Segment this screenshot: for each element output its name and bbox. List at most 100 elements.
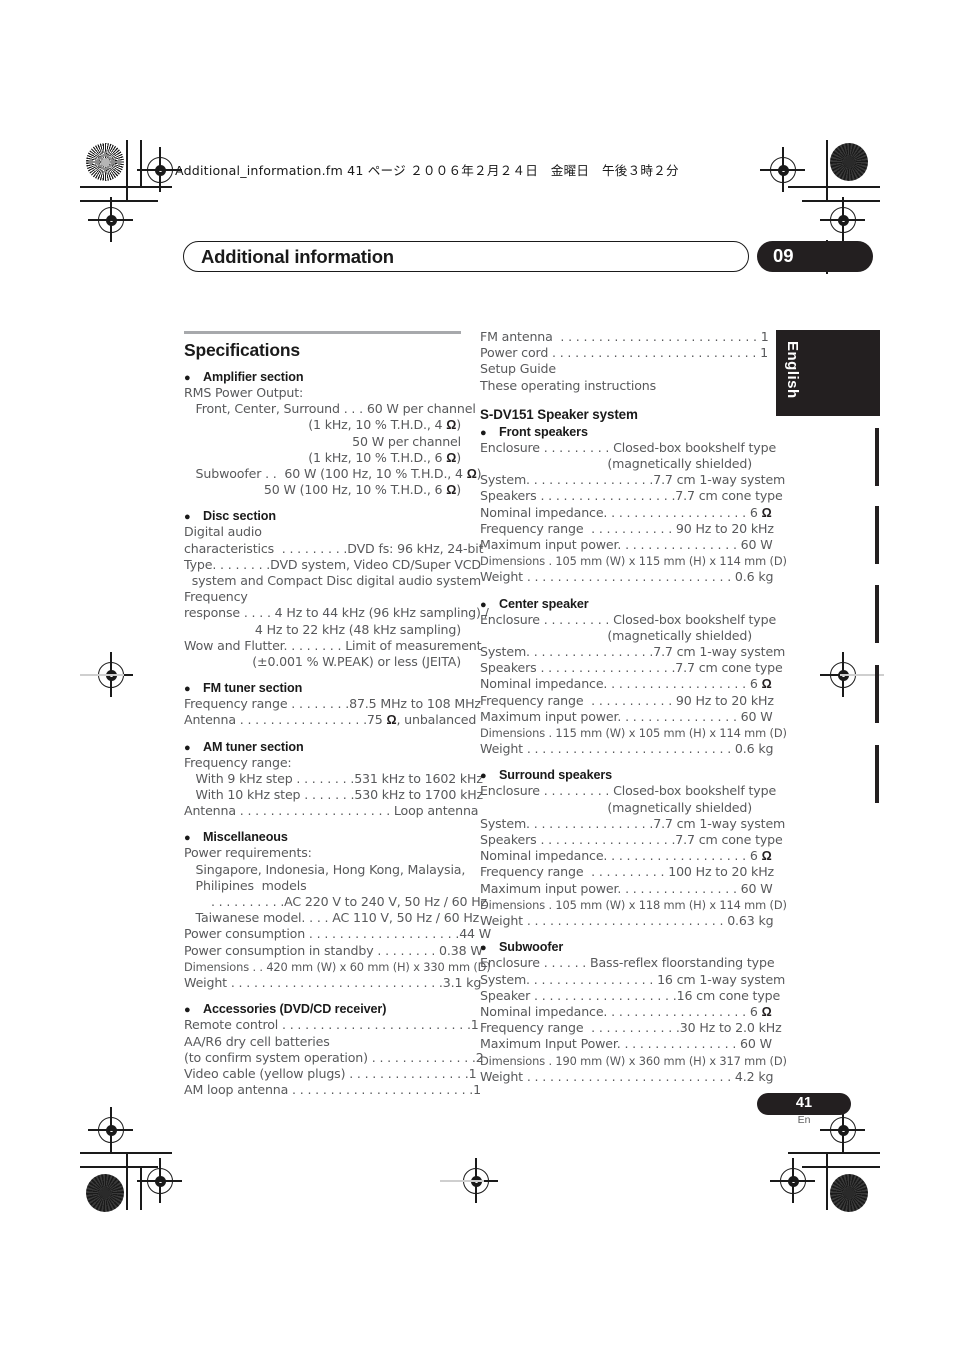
spec-line: Frequency range . . . . . . . . . . 100 … bbox=[480, 864, 774, 880]
page-language-label: En bbox=[797, 1114, 811, 1126]
spec-line: (magnetically shielded) bbox=[607, 456, 752, 472]
side-tab-marker-4 bbox=[875, 665, 879, 723]
spec-line: Nominal impedance. . . . . . . . . . . .… bbox=[480, 848, 772, 864]
registration-star-bottom-right bbox=[830, 1174, 868, 1212]
spec-group-heading: ● FM tuner section bbox=[184, 681, 461, 695]
right-spec-groups: ● Front speakers Enclosure . . . . . . . .… bbox=[480, 424, 787, 1085]
bullet-icon: ● bbox=[184, 832, 191, 845]
spec-line: Frequency range . . . . . . . .87.5 MHz … bbox=[184, 696, 481, 712]
spec-group-heading: ● Amplifier section bbox=[184, 370, 461, 384]
spec-line: (magnetically shielded) bbox=[607, 799, 752, 815]
bullet-icon: ● bbox=[480, 770, 487, 783]
spec-line: (1 kHz, 10 % T.H.D., 4 Ω) bbox=[308, 417, 461, 433]
chapter-header-bar: Additional information bbox=[183, 241, 749, 272]
spec-line: Digital audio bbox=[184, 524, 262, 540]
spec-line: Nominal impedance. . . . . . . . . . . .… bbox=[480, 676, 772, 692]
crop-mark-bottom-left-v2 bbox=[140, 1166, 142, 1210]
print-slug: Additional_information.fm 41 ページ ２００６年２月… bbox=[175, 163, 679, 178]
spec-line: Enclosure . . . . . . . . . Closed-box b… bbox=[480, 439, 777, 455]
accessories-continued: FM antenna . . . . . . . . . . . . . . .… bbox=[480, 329, 769, 394]
spec-line: With 9 kHz step . . . . . . . .531 kHz t… bbox=[184, 770, 483, 786]
spec-line: Weight . . . . . . . . . . . . . . . . .… bbox=[480, 913, 774, 929]
spec-group-heading: ● Disc section bbox=[184, 509, 461, 523]
spec-line: Video cable (yellow plugs) . . . . . . .… bbox=[184, 1065, 477, 1081]
page-number-badge: 41 bbox=[757, 1093, 851, 1115]
spec-line: Singapore, Indonesia, Hong Kong, Malaysi… bbox=[184, 861, 466, 877]
spec-line: System. . . . . . . . . . . . . . . . .7… bbox=[480, 815, 786, 831]
crop-mark-bottom-right-v bbox=[826, 1152, 828, 1210]
registration-target-header-right bbox=[760, 147, 805, 192]
crop-mark-top-right-h bbox=[788, 186, 880, 188]
spec-group-title: Front speakers bbox=[499, 424, 588, 439]
spec-line: Frequency range: bbox=[184, 754, 292, 770]
bullet-icon: ● bbox=[184, 683, 191, 696]
bullet-icon: ● bbox=[480, 426, 487, 439]
spec-line: Setup Guide bbox=[480, 361, 556, 377]
spec-line: Speakers . . . . . . . . . . . . . . . .… bbox=[480, 488, 783, 504]
spec-line: Dimensions . 105 mm (W) x 118 mm (H) x 1… bbox=[480, 897, 787, 912]
spec-line: Antenna . . . . . . . . . . . . . . . . … bbox=[184, 712, 477, 728]
spec-line: system and Compact Disc digital audio sy… bbox=[184, 573, 481, 589]
spec-line: System. . . . . . . . . . . . . . . . .7… bbox=[480, 644, 786, 660]
language-tab-label: English bbox=[784, 341, 801, 399]
registration-target-lower-left bbox=[88, 1107, 133, 1152]
crop-mark-top-right-h2 bbox=[802, 200, 880, 202]
spec-line: FM antenna . . . . . . . . . . . . . . .… bbox=[480, 329, 769, 344]
spec-line: AM loop antenna . . . . . . . . . . . . … bbox=[184, 1082, 482, 1098]
spec-line: (±0.001 % W.PEAK) or less (JEITA) bbox=[252, 654, 461, 670]
spec-line: Maximum input power. . . . . . . . . . .… bbox=[480, 537, 773, 553]
spec-line: characteristics . . . . . . . . .DVD fs:… bbox=[184, 540, 484, 556]
spec-group-heading: ● AM tuner section bbox=[184, 740, 461, 754]
document-page: Additional_information.fm 41 ページ ２００６年２月… bbox=[0, 0, 954, 1351]
side-tab-marker-5 bbox=[875, 745, 879, 803]
spec-group-heading: ● Subwoofer bbox=[480, 940, 752, 954]
spec-line: Dimensions . 190 mm (W) x 360 mm (H) x 3… bbox=[480, 1053, 787, 1068]
bullet-icon: ● bbox=[480, 942, 487, 955]
spec-line: Subwoofer . . 60 W (100 Hz, 10 % T.H.D.,… bbox=[184, 466, 482, 482]
specifications-heading: Specifications bbox=[184, 340, 300, 360]
spec-line: Enclosure . . . . . . . . . Closed-box b… bbox=[480, 611, 777, 627]
spec-group-title: Miscellaneous bbox=[203, 830, 288, 845]
speaker-system-heading: S-DV151 Speaker system bbox=[480, 406, 638, 422]
spec-line: Wow and Flutter. . . . . . . . Limit of … bbox=[184, 637, 482, 653]
spec-line: System. . . . . . . . . . . . . . . . . … bbox=[480, 971, 786, 987]
spec-line: Enclosure . . . . . . Bass-reflex floors… bbox=[480, 955, 775, 971]
spec-line: (to confirm system operation) . . . . . … bbox=[184, 1049, 484, 1065]
crop-mark-top-left-h2 bbox=[80, 200, 158, 202]
spec-line: AA/R6 dry cell batteries bbox=[184, 1033, 330, 1049]
chapter-number-label: 09 bbox=[773, 245, 794, 266]
spec-group-heading: ● Surround speakers bbox=[480, 768, 752, 782]
spec-line: Weight . . . . . . . . . . . . . . . . .… bbox=[480, 741, 774, 757]
spec-line: 4 Hz to 22 kHz (48 kHz sampling) bbox=[254, 621, 461, 637]
bullet-icon: ● bbox=[184, 511, 191, 524]
spec-line: (magnetically shielded) bbox=[607, 627, 752, 643]
spec-line: 50 W per channel bbox=[352, 433, 461, 449]
spec-line: Nominal impedance. . . . . . . . . . . .… bbox=[480, 504, 772, 520]
spec-line: Dimensions . 115 mm (W) x 105 mm (H) x 1… bbox=[480, 726, 787, 741]
crop-mark-bottom-left-h2 bbox=[80, 1166, 158, 1168]
spec-line: Dimensions . . 420 mm (W) x 60 mm (H) x … bbox=[184, 959, 491, 974]
spec-line: Speakers . . . . . . . . . . . . . . . .… bbox=[480, 660, 783, 676]
spec-line: Nominal impedance. . . . . . . . . . . .… bbox=[480, 1003, 772, 1019]
crop-mark-bottom-left-v bbox=[126, 1152, 128, 1210]
spec-line: Frequency bbox=[184, 589, 248, 605]
crop-mark-top-left-v bbox=[126, 140, 128, 200]
registration-target-mid-left bbox=[88, 197, 133, 242]
bullet-icon: ● bbox=[480, 598, 487, 611]
spec-line: Maximum input power. . . . . . . . . . .… bbox=[480, 708, 773, 724]
side-tab-marker-2 bbox=[875, 506, 879, 564]
side-tab-marker-1 bbox=[875, 428, 879, 486]
spec-group-heading: ● Center speaker bbox=[480, 597, 752, 611]
spec-group-title: FM tuner section bbox=[203, 681, 303, 696]
crop-mark-bottom-right-h2 bbox=[802, 1166, 880, 1168]
language-tab: English bbox=[776, 330, 880, 416]
spec-line: System. . . . . . . . . . . . . . . . .7… bbox=[480, 472, 786, 488]
spec-group-title: Accessories (DVD/CD receiver) bbox=[203, 1002, 387, 1017]
spec-line: Maximum input power. . . . . . . . . . .… bbox=[480, 880, 773, 896]
spec-group-title: AM tuner section bbox=[203, 739, 304, 754]
spec-group-heading: ● Miscellaneous bbox=[184, 830, 461, 844]
spec-line: Frequency range . . . . . . . . . . . .3… bbox=[480, 1020, 782, 1036]
left-column-rule bbox=[184, 331, 461, 334]
spec-line: Maximum Input Power. . . . . . . . . . .… bbox=[480, 1036, 772, 1052]
side-tab-marker-3 bbox=[875, 585, 879, 643]
